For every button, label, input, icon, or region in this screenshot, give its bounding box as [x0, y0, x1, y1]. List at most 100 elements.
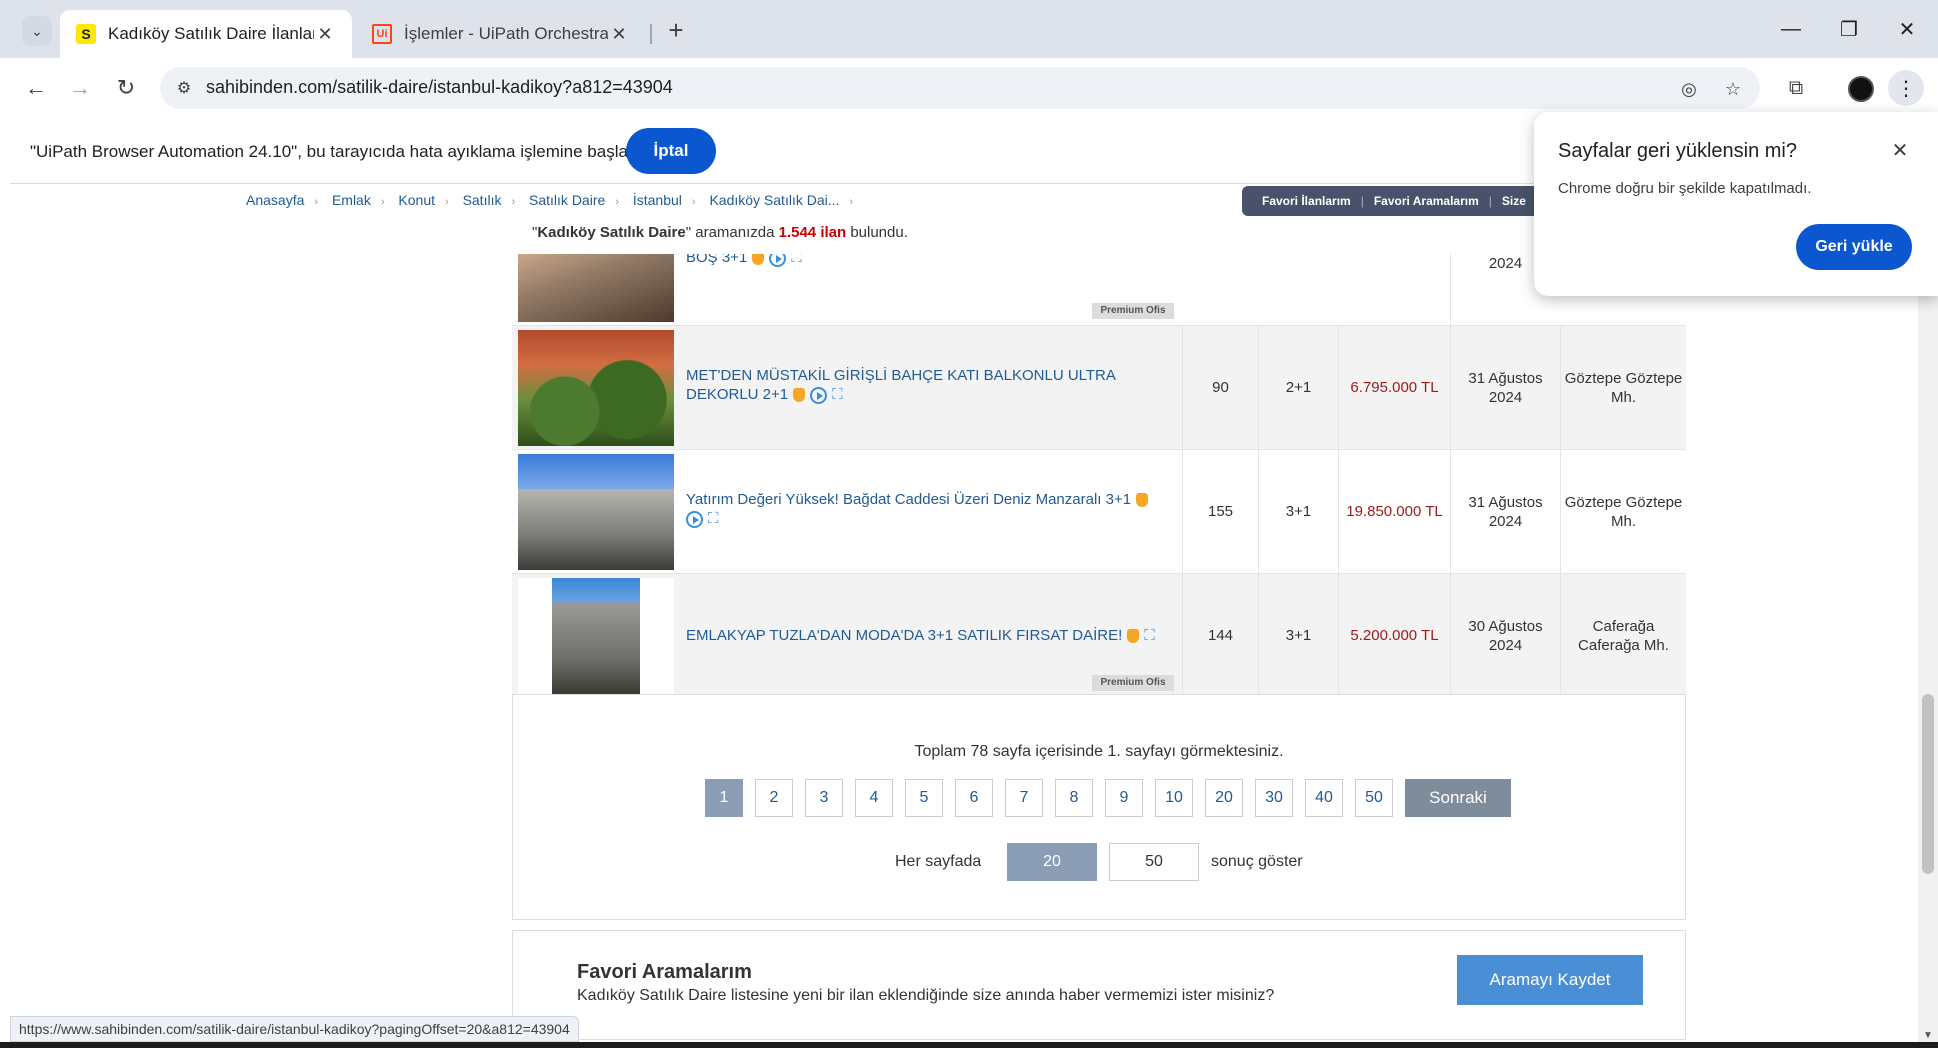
page-button[interactable]: 6: [955, 779, 993, 817]
page-scrollbar[interactable]: ▲ ▼: [1918, 184, 1938, 1048]
scroll-thumb[interactable]: [1922, 694, 1934, 874]
virtual-tour-icon: ⛶: [708, 510, 719, 528]
forward-button[interactable]: →: [62, 70, 98, 106]
listing-title[interactable]: BOŞ 3+1 ⛶: [686, 254, 1186, 267]
restore-button[interactable]: ❐: [1824, 12, 1874, 46]
breadcrumb-item[interactable]: Emlak: [332, 192, 371, 208]
listing-thumbnail[interactable]: [518, 254, 674, 322]
per-page-option-selected[interactable]: 20: [1007, 843, 1097, 881]
close-icon[interactable]: ✕: [314, 24, 336, 45]
scroll-down-icon[interactable]: ▼: [1922, 1030, 1934, 1042]
tab-orchestrator[interactable]: Ui İşlemler - UiPath Orchestrator ✕: [356, 10, 646, 58]
page-list: 1 2 3 4 5 6 7 8 9 10 20 30 40 50 Sonraki: [705, 779, 1511, 817]
pagination-panel: Toplam 78 sayfa içerisinde 1. sayfayı gö…: [512, 694, 1686, 920]
close-window-button[interactable]: ✕: [1882, 12, 1932, 46]
status-bar-url: https://www.sahibinden.com/satilik-daire…: [10, 1016, 579, 1042]
size-link[interactable]: Size: [1502, 194, 1526, 208]
new-tab-button[interactable]: +: [660, 14, 692, 46]
breadcrumb-item[interactable]: Anasayfa: [246, 192, 304, 208]
page-button[interactable]: 50: [1355, 779, 1393, 817]
play-icon: [810, 386, 828, 404]
page-button[interactable]: 3: [805, 779, 843, 817]
listing-title[interactable]: MET'DEN MÜSTAKİL GİRİŞLİ BAHÇE KATI BALK…: [686, 366, 1186, 404]
listing-title[interactable]: Yatırım Değeri Yüksek! Bağdat Caddesi Üz…: [686, 490, 1186, 528]
back-button[interactable]: ←: [18, 70, 54, 106]
minimize-button[interactable]: —: [1766, 12, 1816, 46]
page-button[interactable]: 7: [1005, 779, 1043, 817]
close-icon[interactable]: ✕: [1886, 136, 1914, 164]
page-button[interactable]: 40: [1305, 779, 1343, 817]
extensions-icon[interactable]: ⧉: [1778, 70, 1814, 106]
breadcrumb-item[interactable]: Satılık Daire: [529, 192, 605, 208]
pin-icon: [793, 388, 806, 403]
uipath-favicon-icon: Ui: [372, 24, 392, 44]
address-bar[interactable]: ⚙ sahibinden.com/satilik-daire/istanbul-…: [160, 67, 1760, 109]
avatar[interactable]: [1848, 76, 1874, 102]
close-icon[interactable]: ✕: [608, 24, 630, 45]
page-button-current[interactable]: 1: [705, 779, 743, 817]
page-button[interactable]: 30: [1255, 779, 1293, 817]
listing-thumbnail[interactable]: [518, 454, 674, 570]
listing-price: 5.200.000 TL: [1338, 574, 1450, 697]
cancel-debug-button[interactable]: İptal: [626, 128, 716, 174]
page-button[interactable]: 20: [1205, 779, 1243, 817]
tab-title: İşlemler - UiPath Orchestrator: [404, 24, 608, 43]
favorite-searches-panel: Favori Aramalarım Kadıköy Satılık Daire …: [512, 930, 1686, 1040]
popup-title: Sayfalar geri yüklensin mi?: [1558, 140, 1797, 162]
popup-text: Chrome doğru bir şekilde kapatılmadı.: [1558, 180, 1812, 197]
table-row[interactable]: BOŞ 3+1 ⛶ Premium Ofis 2024: [512, 254, 1686, 326]
tab-title: Kadıköy Satılık Daire İlanları ve: [108, 24, 314, 43]
breadcrumb-item[interactable]: Kadıköy Satılık Dai...: [709, 192, 839, 208]
infobar-message: "UiPath Browser Automation 24.10", bu ta…: [30, 142, 643, 161]
page-button[interactable]: 2: [755, 779, 793, 817]
listing-rooms: 3+1: [1258, 574, 1338, 697]
listing-table: BOŞ 3+1 ⛶ Premium Ofis 2024 MET'DEN MÜSTA…: [512, 254, 1686, 698]
site-info-icon[interactable]: ⚙: [172, 76, 196, 100]
next-page-button[interactable]: Sonraki: [1405, 779, 1511, 817]
tab-search-button[interactable]: ⌄: [22, 16, 52, 46]
sahibinden-favicon-icon: S: [76, 24, 96, 44]
breadcrumb-item[interactable]: Satılık: [463, 192, 502, 208]
reload-button[interactable]: ↻: [108, 70, 144, 106]
page-button[interactable]: 10: [1155, 779, 1193, 817]
listing-thumbnail[interactable]: [518, 330, 674, 446]
favorite-searches-title: Favori Aramalarım: [577, 961, 752, 983]
minimize-icon: —: [1781, 17, 1801, 40]
listing-title-text: EMLAKYAP TUZLA'DAN MODA'DA 3+1 SATILIK F…: [686, 627, 1123, 644]
tab-separator: [650, 24, 652, 44]
breadcrumb-item[interactable]: İstanbul: [633, 192, 682, 208]
per-page-option[interactable]: 50: [1109, 843, 1199, 881]
listing-location: Göztepe Göztepe Mh.: [1560, 326, 1686, 449]
table-row[interactable]: EMLAKYAP TUZLA'DAN MODA'DA 3+1 SATILIK F…: [512, 574, 1686, 698]
page-button[interactable]: 5: [905, 779, 943, 817]
page-button[interactable]: 9: [1105, 779, 1143, 817]
restore-button[interactable]: Geri yükle: [1796, 224, 1912, 270]
table-row[interactable]: MET'DEN MÜSTAKİL GİRİŞLİ BAHÇE KATI BALK…: [512, 326, 1686, 450]
listing-price: 6.795.000 TL: [1338, 326, 1450, 449]
divider: |: [1360, 194, 1364, 208]
listing-date: 30 Ağustos 2024: [1450, 574, 1560, 697]
listing-date: 31 Ağustos 2024: [1450, 450, 1560, 573]
pagination-info: Toplam 78 sayfa içerisinde 1. sayfayı gö…: [914, 743, 1284, 760]
favorite-searches-link[interactable]: Favori Aramalarım: [1374, 194, 1479, 208]
save-search-button[interactable]: Aramayı Kaydet: [1457, 955, 1643, 1005]
page-button[interactable]: 4: [855, 779, 893, 817]
eye-off-icon[interactable]: ◎: [1676, 76, 1702, 102]
menu-button[interactable]: ⋮: [1888, 70, 1924, 106]
listing-rooms: 3+1: [1258, 450, 1338, 573]
breadcrumb-item[interactable]: Konut: [398, 192, 435, 208]
star-icon[interactable]: ☆: [1720, 76, 1746, 102]
listing-title[interactable]: EMLAKYAP TUZLA'DAN MODA'DA 3+1 SATILIK F…: [686, 626, 1186, 645]
chevron-right-icon: ›: [615, 196, 619, 208]
virtual-tour-icon: ⛶: [1144, 627, 1155, 645]
listing-thumbnail[interactable]: [518, 578, 674, 694]
search-result-summary: "Kadıköy Satılık Daire" aramanızda 1.544…: [532, 224, 908, 241]
page-button[interactable]: 8: [1055, 779, 1093, 817]
listing-title-text: BOŞ 3+1: [686, 254, 748, 266]
favorite-listings-link[interactable]: Favori İlanlarım: [1262, 194, 1351, 208]
reload-icon: ↻: [116, 75, 136, 100]
table-row[interactable]: Yatırım Değeri Yüksek! Bağdat Caddesi Üz…: [512, 450, 1686, 574]
per-page-suffix: sonuç göster: [1211, 853, 1303, 870]
divider: |: [1488, 194, 1492, 208]
tab-sahibinden[interactable]: S Kadıköy Satılık Daire İlanları ve ✕: [60, 10, 352, 58]
